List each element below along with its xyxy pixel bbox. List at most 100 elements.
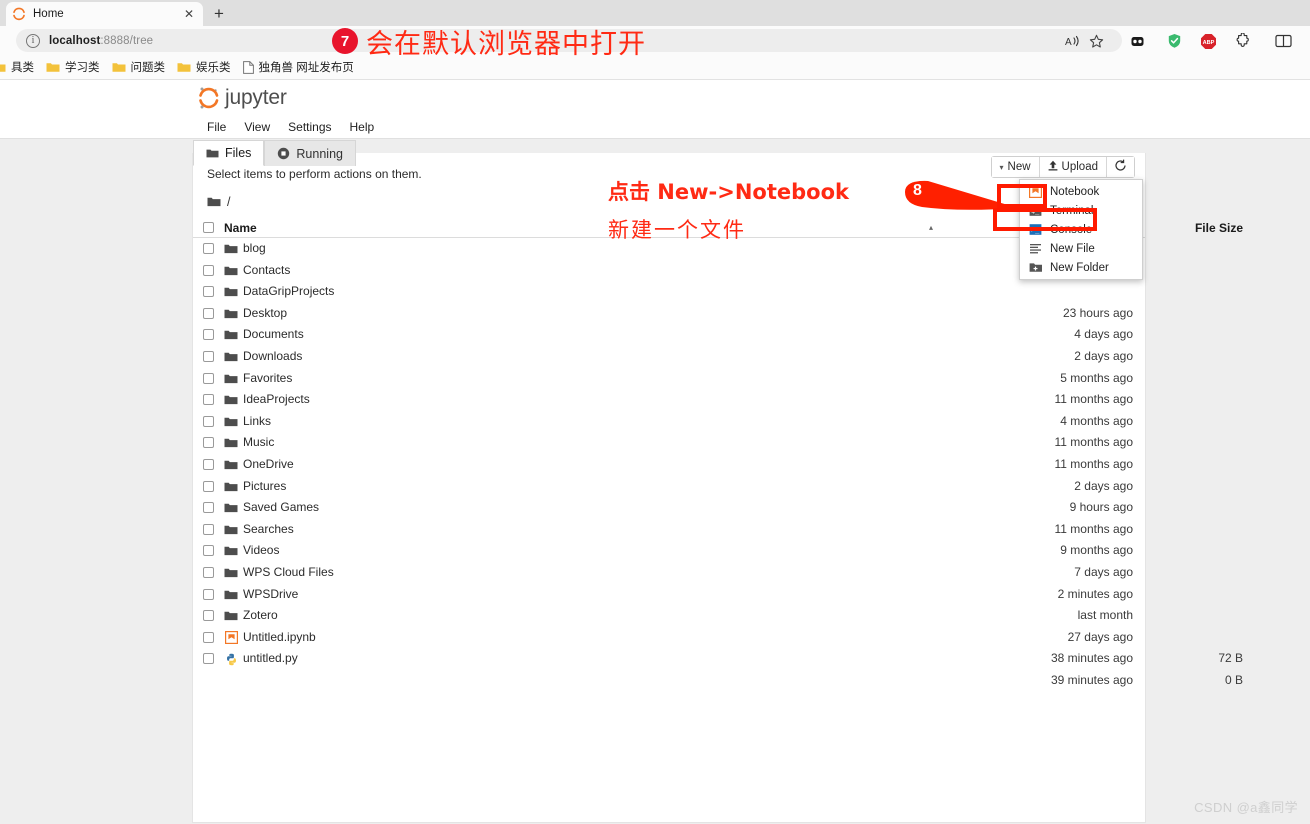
table-row[interactable]: WPS Cloud Files 7 days ago bbox=[193, 562, 1145, 584]
close-icon[interactable]: ✕ bbox=[181, 8, 197, 20]
table-row[interactable]: Documents 4 days ago bbox=[193, 324, 1145, 346]
table-row[interactable]: Downloads 2 days ago bbox=[193, 346, 1145, 368]
table-row[interactable]: Favorites 5 months ago bbox=[193, 368, 1145, 390]
table-row[interactable]: DataGripProjects bbox=[193, 281, 1145, 303]
file-name[interactable]: Music bbox=[243, 435, 274, 449]
new-tab-button[interactable]: + bbox=[206, 3, 232, 25]
row-checkbox[interactable] bbox=[203, 523, 214, 535]
menu-file[interactable]: File bbox=[198, 118, 235, 136]
tab-running[interactable]: Running bbox=[264, 140, 356, 166]
bookmark-item[interactable]: 问题类 bbox=[106, 56, 172, 78]
table-row[interactable]: Pictures 2 days ago bbox=[193, 476, 1145, 498]
row-checkbox[interactable] bbox=[203, 588, 214, 600]
site-info-icon[interactable]: i bbox=[26, 33, 40, 48]
bookmark-item[interactable]: 独角兽 网址发布页 bbox=[237, 56, 360, 78]
menu-item-new-file[interactable]: New File bbox=[1020, 239, 1142, 258]
column-name[interactable]: Name bbox=[203, 221, 257, 235]
row-checkbox[interactable] bbox=[203, 350, 214, 362]
table-row[interactable]: Searches 11 months ago bbox=[193, 519, 1145, 541]
refresh-button[interactable] bbox=[1107, 157, 1134, 177]
file-name[interactable]: Links bbox=[243, 414, 271, 428]
row-checkbox[interactable] bbox=[203, 286, 214, 298]
read-aloud-icon[interactable]: A bbox=[1062, 30, 1084, 52]
table-row[interactable]: Saved Games 9 hours ago bbox=[193, 497, 1145, 519]
row-checkbox[interactable] bbox=[203, 480, 214, 492]
table-row[interactable]: OneDrive 11 months ago bbox=[193, 454, 1145, 476]
adblock-plus-icon[interactable]: ABP bbox=[1197, 30, 1219, 52]
row-checkbox[interactable] bbox=[203, 545, 214, 557]
menu-settings[interactable]: Settings bbox=[279, 118, 340, 136]
table-row[interactable]: Videos 9 months ago bbox=[193, 540, 1145, 562]
new-button-label: New bbox=[1007, 161, 1031, 173]
table-row[interactable]: Contacts bbox=[193, 260, 1145, 282]
shield-extension-icon[interactable] bbox=[1163, 30, 1185, 52]
console-icon: >_ bbox=[1029, 223, 1042, 236]
row-checkbox[interactable] bbox=[203, 329, 214, 341]
file-name[interactable]: DataGripProjects bbox=[243, 284, 334, 298]
row-checkbox[interactable] bbox=[203, 458, 214, 470]
menu-item-notebook[interactable]: Notebook bbox=[1020, 182, 1142, 201]
bookmark-item[interactable]: 娱乐类 bbox=[171, 56, 237, 78]
row-checkbox[interactable] bbox=[203, 243, 214, 254]
upload-button[interactable]: Upload bbox=[1039, 157, 1107, 177]
collections-extension-icon[interactable] bbox=[1126, 30, 1148, 52]
row-checkbox[interactable] bbox=[203, 653, 214, 665]
menu-item-console[interactable]: >_ Console bbox=[1020, 220, 1142, 239]
file-name[interactable]: Saved Games bbox=[243, 500, 319, 514]
table-row[interactable]: 39 minutes ago 0 B bbox=[193, 670, 1243, 692]
file-name[interactable]: Favorites bbox=[243, 371, 292, 385]
menu-item-terminal[interactable]: $_ Terminal bbox=[1020, 201, 1142, 220]
row-checkbox[interactable] bbox=[203, 437, 214, 449]
row-checkbox[interactable] bbox=[203, 610, 214, 622]
jupyter-logo[interactable]: jupyter bbox=[198, 86, 287, 110]
row-checkbox[interactable] bbox=[203, 631, 214, 643]
file-name[interactable]: Untitled.ipynb bbox=[243, 630, 316, 644]
row-checkbox[interactable] bbox=[203, 307, 214, 319]
column-file-size[interactable]: File Size bbox=[1133, 221, 1243, 235]
file-name[interactable]: untitled.py bbox=[243, 651, 298, 665]
table-row[interactable]: untitled.py 38 minutes ago 72 B bbox=[193, 648, 1243, 670]
table-row[interactable]: Music 11 months ago bbox=[193, 432, 1145, 454]
file-name[interactable]: Documents bbox=[243, 327, 304, 341]
file-name[interactable]: blog bbox=[243, 241, 266, 255]
row-checkbox[interactable] bbox=[203, 372, 214, 384]
bookmark-item[interactable]: 具类 bbox=[0, 56, 40, 78]
running-circle-icon bbox=[277, 147, 290, 160]
extensions-puzzle-icon[interactable] bbox=[1232, 30, 1254, 52]
table-row[interactable]: Desktop 23 hours ago bbox=[193, 303, 1145, 325]
sort-ascending-icon[interactable]: ▴ bbox=[929, 223, 933, 232]
favorite-star-icon[interactable] bbox=[1085, 30, 1107, 52]
row-checkbox[interactable] bbox=[203, 566, 214, 578]
file-name[interactable]: Desktop bbox=[243, 306, 287, 320]
row-checkbox[interactable] bbox=[203, 394, 214, 406]
split-screen-icon[interactable] bbox=[1272, 30, 1294, 52]
file-name[interactable]: WPSDrive bbox=[243, 587, 298, 601]
menu-help[interactable]: Help bbox=[341, 118, 384, 136]
row-checkbox[interactable] bbox=[203, 264, 214, 276]
table-row[interactable]: Links 4 months ago bbox=[193, 411, 1145, 433]
tab-files[interactable]: Files bbox=[193, 140, 265, 166]
file-name[interactable]: Contacts bbox=[243, 263, 290, 277]
row-checkbox[interactable] bbox=[203, 502, 214, 514]
bookmark-item[interactable]: 学习类 bbox=[40, 56, 106, 78]
menu-item-new-folder[interactable]: New Folder bbox=[1020, 258, 1142, 277]
table-row[interactable]: Zotero last month bbox=[193, 605, 1145, 627]
file-name[interactable]: Downloads bbox=[243, 349, 302, 363]
select-all-checkbox[interactable] bbox=[203, 222, 214, 233]
file-modified: 27 days ago bbox=[1067, 629, 1133, 644]
menu-view[interactable]: View bbox=[235, 118, 279, 136]
file-name[interactable]: WPS Cloud Files bbox=[243, 565, 334, 579]
file-name[interactable]: Searches bbox=[243, 522, 294, 536]
table-row[interactable]: WPSDrive 2 minutes ago bbox=[193, 584, 1145, 606]
breadcrumb-root[interactable]: / bbox=[227, 195, 230, 209]
table-row[interactable]: IdeaProjects 11 months ago bbox=[193, 389, 1145, 411]
file-name[interactable]: Zotero bbox=[243, 608, 278, 622]
new-button[interactable]: ▾ New bbox=[991, 157, 1040, 177]
file-name[interactable]: Pictures bbox=[243, 479, 286, 493]
file-name[interactable]: IdeaProjects bbox=[243, 392, 310, 406]
file-name[interactable]: Videos bbox=[243, 543, 279, 557]
file-name[interactable]: OneDrive bbox=[243, 457, 294, 471]
row-checkbox[interactable] bbox=[203, 415, 214, 427]
table-row[interactable]: Untitled.ipynb 27 days ago bbox=[193, 627, 1145, 649]
browser-tab[interactable]: Home ✕ bbox=[6, 2, 203, 26]
